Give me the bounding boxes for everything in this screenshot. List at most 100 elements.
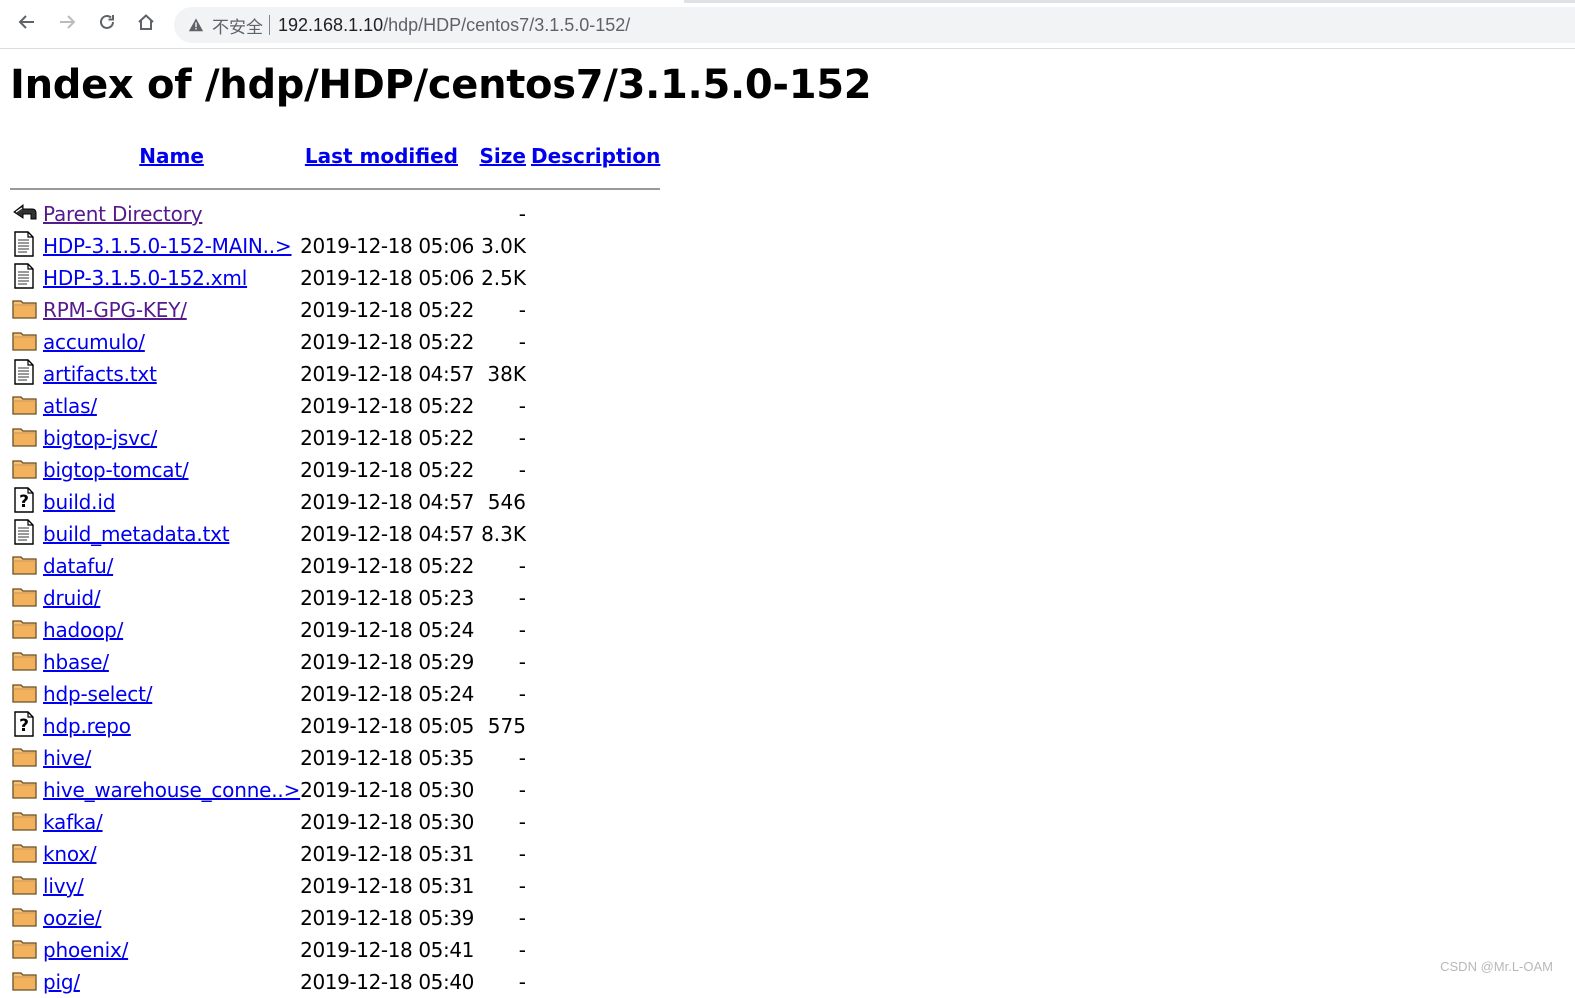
folder-icon bbox=[12, 904, 43, 933]
back-button[interactable] bbox=[11, 8, 43, 40]
row-modified: 2019-12-18 05:22 bbox=[300, 426, 474, 450]
row-name-cell: HDP-3.1.5.0-152-MAIN..> bbox=[43, 230, 300, 262]
row-size: - bbox=[518, 394, 526, 418]
unknown-file-icon: ? bbox=[12, 486, 43, 518]
folder-icon bbox=[12, 776, 43, 805]
row-icon-cell bbox=[10, 806, 43, 838]
row-icon-cell bbox=[10, 934, 43, 966]
table-row: HDP-3.1.5.0-152-MAIN..> 2019-12-18 05:06 3… bbox=[10, 230, 660, 262]
file-link[interactable]: druid/ bbox=[43, 586, 101, 610]
row-name-cell: livy/ bbox=[43, 870, 300, 902]
file-link[interactable]: kafka/ bbox=[43, 810, 103, 834]
row-name-cell: accumulo/ bbox=[43, 326, 300, 358]
row-modified: 2019-12-18 04:57 bbox=[300, 362, 474, 386]
table-row: hdp-select/2019-12-18 05:24 - bbox=[10, 678, 660, 710]
sort-by-size-link[interactable]: Size bbox=[480, 144, 526, 168]
row-size: 2.5K bbox=[481, 266, 526, 290]
folder-icon bbox=[12, 296, 43, 325]
row-modified: 2019-12-18 05:22 bbox=[300, 298, 474, 322]
row-size: 38K bbox=[487, 362, 526, 386]
file-link[interactable]: datafu/ bbox=[43, 554, 113, 578]
row-modified: 2019-12-18 05:23 bbox=[300, 586, 474, 610]
warning-icon[interactable] bbox=[188, 16, 206, 34]
file-link[interactable]: phoenix/ bbox=[43, 938, 128, 962]
file-link[interactable]: build.id bbox=[43, 490, 115, 514]
row-icon-cell bbox=[10, 966, 43, 998]
row-icon-cell bbox=[10, 742, 43, 774]
folder-icon bbox=[12, 616, 43, 645]
file-link[interactable]: bigtop-tomcat/ bbox=[43, 458, 189, 482]
row-modified: 2019-12-18 05:31 bbox=[300, 842, 474, 866]
row-icon-cell bbox=[10, 262, 43, 294]
row-description bbox=[526, 518, 660, 550]
file-link[interactable]: hdp-select/ bbox=[43, 682, 152, 706]
file-link[interactable]: hdp.repo bbox=[43, 714, 131, 738]
row-name-cell: druid/ bbox=[43, 582, 300, 614]
file-link[interactable]: hbase/ bbox=[43, 650, 109, 674]
row-description bbox=[526, 678, 660, 710]
file-link[interactable]: Parent Directory bbox=[43, 202, 203, 226]
row-name-cell: hive_warehouse_conne..> bbox=[43, 774, 300, 806]
security-label[interactable]: 不安全 bbox=[212, 13, 263, 38]
forward-button[interactable] bbox=[51, 8, 83, 40]
url-text[interactable]: 192.168.1.10/hdp/HDP/centos7/3.1.5.0-152… bbox=[278, 15, 630, 36]
file-link[interactable]: hive_warehouse_conne..> bbox=[43, 778, 300, 802]
row-name-cell: kafka/ bbox=[43, 806, 300, 838]
folder-icon bbox=[12, 456, 43, 485]
address-bar[interactable]: 不安全 192.168.1.10/hdp/HDP/centos7/3.1.5.0… bbox=[174, 7, 1575, 43]
sort-by-modified-link[interactable]: Last modified bbox=[305, 144, 458, 168]
file-link[interactable]: hive/ bbox=[43, 746, 91, 770]
header-icon-spacer bbox=[10, 136, 43, 176]
row-modified: 2019-12-18 05:22 bbox=[300, 458, 474, 482]
file-link[interactable]: HDP-3.1.5.0-152-MAIN..> bbox=[43, 234, 292, 258]
row-modified: 2019-12-18 05:41 bbox=[300, 938, 474, 962]
file-link[interactable]: oozie/ bbox=[43, 906, 102, 930]
table-row: hive/2019-12-18 05:35 - bbox=[10, 742, 660, 774]
row-size: - bbox=[518, 554, 526, 578]
browser-toolbar: 不安全 192.168.1.10/hdp/HDP/centos7/3.1.5.0… bbox=[0, 0, 1575, 49]
row-description bbox=[526, 198, 660, 230]
row-description bbox=[526, 838, 660, 870]
row-description bbox=[526, 294, 660, 326]
header-size: Size bbox=[474, 136, 526, 176]
row-description bbox=[526, 422, 660, 454]
row-modified: 2019-12-18 05:05 bbox=[300, 714, 474, 738]
row-description bbox=[526, 966, 660, 998]
row-name-cell: hbase/ bbox=[43, 646, 300, 678]
row-description bbox=[526, 262, 660, 294]
file-link[interactable]: HDP-3.1.5.0-152.xml bbox=[43, 266, 247, 290]
file-link[interactable]: bigtop-jsvc/ bbox=[43, 426, 157, 450]
file-link[interactable]: build_metadata.txt bbox=[43, 522, 230, 546]
file-link[interactable]: atlas/ bbox=[43, 394, 97, 418]
reload-button[interactable] bbox=[91, 8, 123, 40]
home-button[interactable] bbox=[130, 8, 162, 40]
row-size: - bbox=[518, 650, 526, 674]
file-link[interactable]: livy/ bbox=[43, 874, 84, 898]
table-row: kafka/2019-12-18 05:30 - bbox=[10, 806, 660, 838]
file-link[interactable]: RPM-GPG-KEY/ bbox=[43, 298, 187, 322]
row-modified: 2019-12-18 05:24 bbox=[300, 682, 474, 706]
sort-by-name-link[interactable]: Name bbox=[139, 144, 204, 168]
file-link[interactable]: accumulo/ bbox=[43, 330, 145, 354]
page-content: Index of /hdp/HDP/centos7/3.1.5.0-152 Na… bbox=[10, 48, 872, 994]
folder-icon bbox=[12, 936, 43, 965]
row-name-cell: oozie/ bbox=[43, 902, 300, 934]
arrow-left-icon bbox=[17, 12, 37, 36]
row-modified: 2019-12-18 05:22 bbox=[300, 554, 474, 578]
file-link[interactable]: knox/ bbox=[43, 842, 97, 866]
table-row: ? build.id 2019-12-18 04:57 546 bbox=[10, 486, 660, 518]
row-icon-cell: ? bbox=[10, 486, 43, 518]
row-icon-cell bbox=[10, 326, 43, 358]
row-description bbox=[526, 390, 660, 422]
file-link[interactable]: artifacts.txt bbox=[43, 362, 157, 386]
folder-icon bbox=[12, 584, 43, 613]
row-modified: 2019-12-18 05:31 bbox=[300, 874, 474, 898]
sort-by-description-link[interactable]: Description bbox=[531, 144, 660, 168]
row-modified: 2019-12-18 05:29 bbox=[300, 650, 474, 674]
row-name-cell: HDP-3.1.5.0-152.xml bbox=[43, 262, 300, 294]
row-size: 3.0K bbox=[481, 234, 526, 258]
header-last-modified: Last modified bbox=[300, 136, 474, 176]
file-link[interactable]: pig/ bbox=[43, 970, 80, 994]
row-modified: 2019-12-18 05:22 bbox=[300, 330, 474, 354]
file-link[interactable]: hadoop/ bbox=[43, 618, 123, 642]
